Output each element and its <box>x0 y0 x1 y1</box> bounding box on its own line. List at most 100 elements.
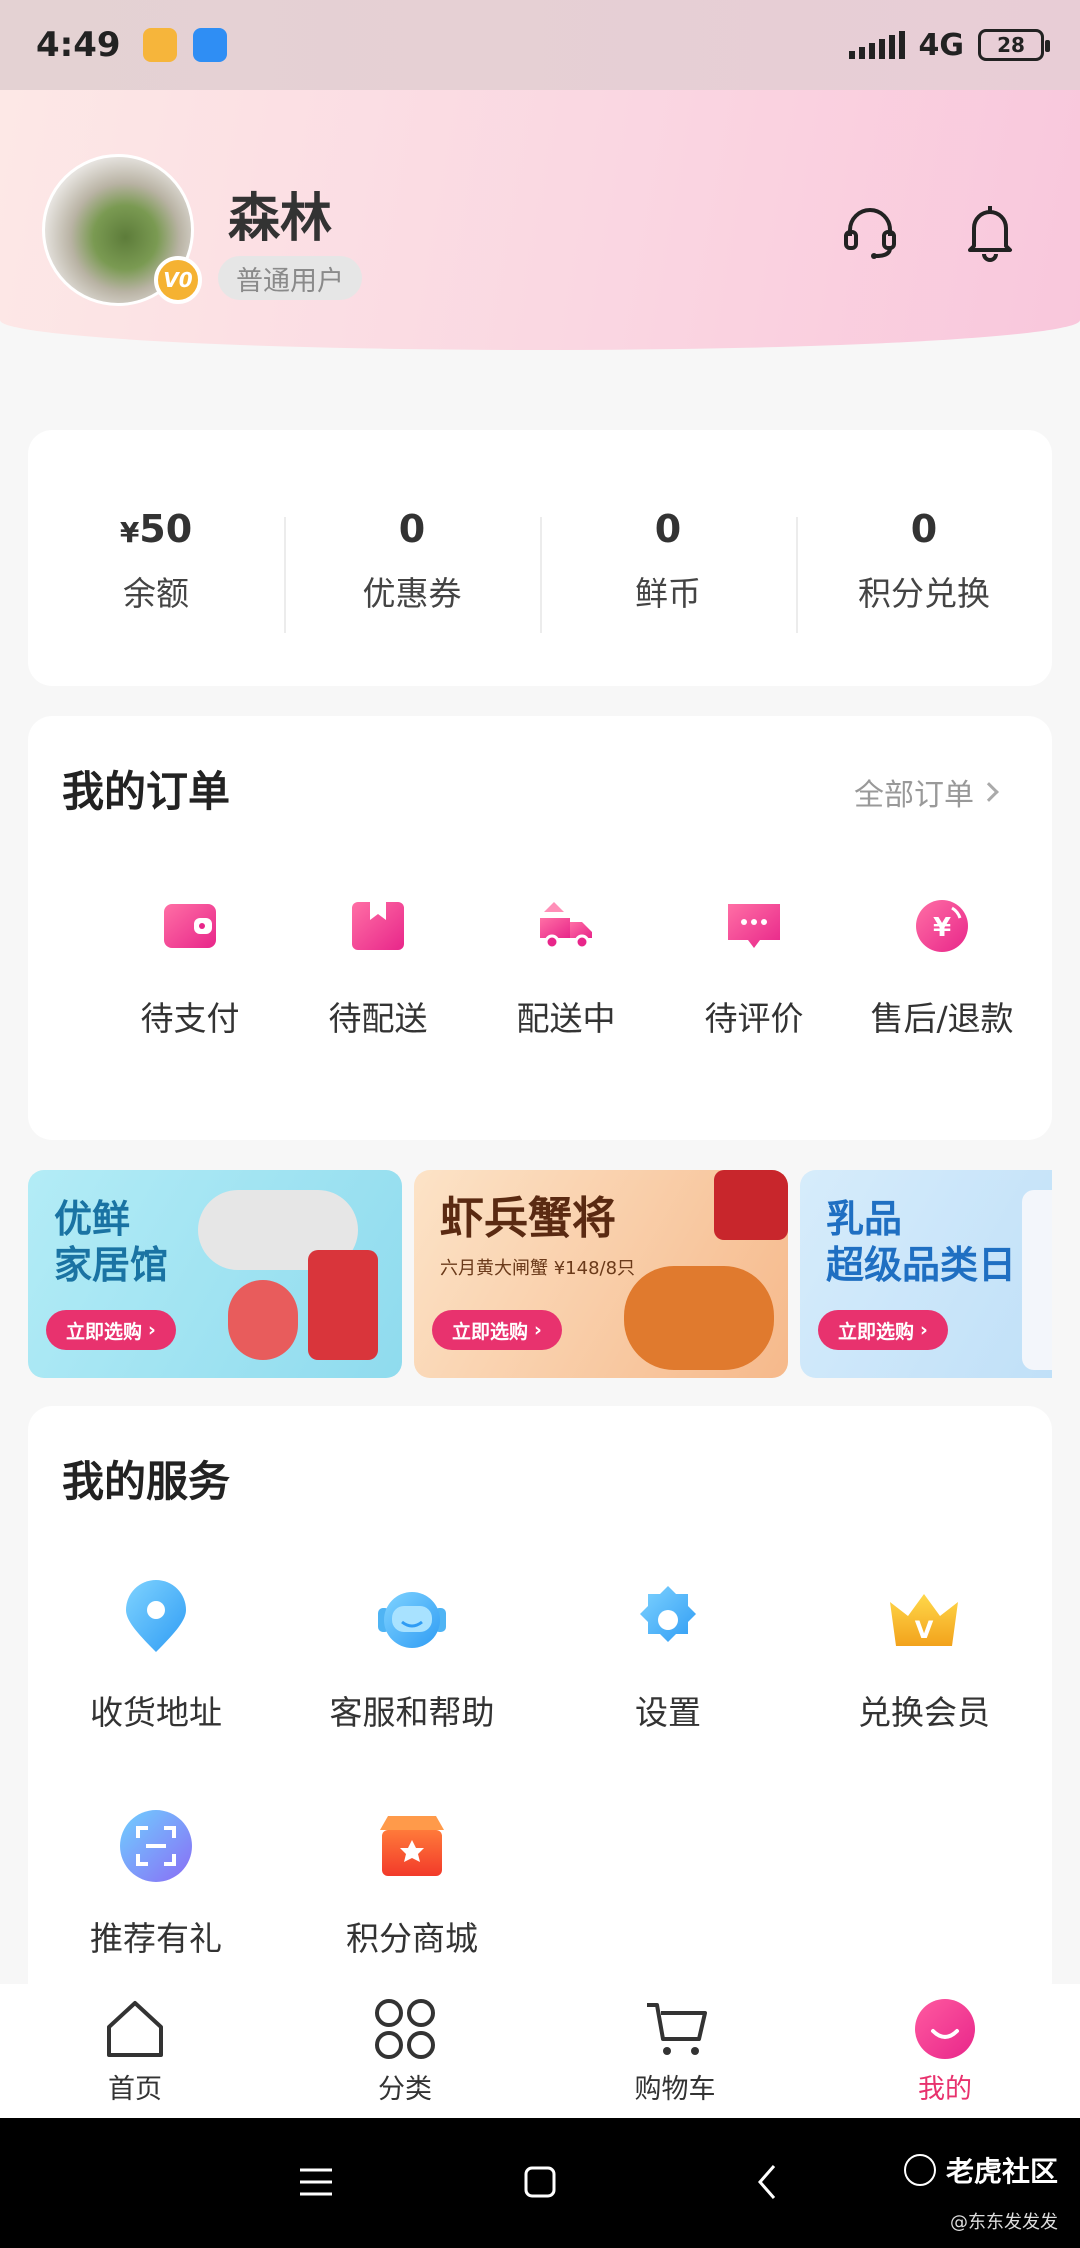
location-pin-icon <box>126 1580 186 1652</box>
smile-profile-icon <box>915 1998 975 2059</box>
service-label: 积分商城 <box>346 1919 478 1958</box>
stat-label: 优惠券 <box>362 574 462 613</box>
delivery-truck-icon <box>540 902 592 950</box>
vip-crown-icon: V <box>890 1594 958 1646</box>
my-services-card: 我的服务 收货地址 客服和帮助 设置 V 兑换会员 推荐有礼 积分商城 <box>28 1406 1052 2006</box>
svg-text:V: V <box>915 1616 934 1644</box>
watermark-handle: @东东发发发 <box>950 2212 1058 2233</box>
stat-label: 鲜币 <box>635 574 701 613</box>
watermark-brand: 老虎社区 <box>945 2155 1058 2188</box>
section-title: 我的订单 <box>62 767 231 816</box>
service-label: 兑换会员 <box>858 1693 990 1732</box>
chevron-right-icon <box>979 782 999 802</box>
bottom-tab-bar: 首页 分类 购物车 我的 <box>0 1984 1080 2118</box>
service-help[interactable]: 客服和帮助 <box>284 1580 540 1734</box>
button-label: 立即选购 <box>452 1320 529 1343</box>
home-icon <box>107 2000 163 2057</box>
order-in-delivery[interactable]: 配送中 <box>472 896 660 1040</box>
my-orders-card: 我的订单 全部订单 待支付 待配送 配送中 待评价 ¥ 售后/退款 <box>28 716 1052 1140</box>
service-referral[interactable]: 推荐有礼 <box>28 1806 284 1960</box>
stat-label: 余额 <box>123 574 189 613</box>
cart-icon <box>647 2002 707 2055</box>
watermark: 老虎社区 <box>903 2150 1058 2190</box>
service-points-store[interactable]: 积分商城 <box>284 1806 540 1960</box>
order-refund[interactable]: ¥ 售后/退款 <box>848 896 1036 1040</box>
headset-icon[interactable] <box>838 200 902 264</box>
system-navigation-bar: 老虎社区 @东东发发发 <box>0 2118 1080 2248</box>
promo-banner-carousel[interactable]: 优鲜 家居馆 立即选购 › 虾兵蟹将 六月黄大闸蟹 ¥148/8只 立即选购 › 乳… <box>28 1170 1052 1378</box>
stat-coins[interactable]: 0 鲜币 <box>540 501 796 633</box>
tab-me[interactable]: 我的 <box>810 1997 1080 2106</box>
tab-label: 首页 <box>108 2073 162 2105</box>
button-label: 立即选购 <box>838 1320 915 1343</box>
stat-coupons[interactable]: 0 优惠券 <box>284 501 540 633</box>
banner-title: 优鲜 家居馆 <box>54 1196 168 1288</box>
order-pending-payment[interactable]: 待支付 <box>96 896 284 1040</box>
tab-label: 购物车 <box>634 2073 716 2105</box>
customer-service-icon <box>378 1592 446 1648</box>
menu-icon[interactable] <box>296 2162 336 2202</box>
shop-now-button[interactable]: 立即选购 › <box>818 1310 948 1350</box>
battery-icon: 28 <box>978 29 1050 61</box>
service-settings[interactable]: 设置 <box>540 1580 796 1734</box>
wallet-icon <box>164 904 216 948</box>
tab-label: 分类 <box>378 2073 432 2105</box>
service-label: 收货地址 <box>90 1693 222 1732</box>
order-pending-delivery[interactable]: 待配送 <box>284 896 472 1040</box>
order-label: 售后/退款 <box>870 999 1014 1038</box>
service-label: 推荐有礼 <box>90 1919 222 1958</box>
all-orders-link[interactable]: 全部订单 <box>854 770 999 814</box>
play-arrow-icon: › <box>148 1319 156 1341</box>
category-grid-icon <box>375 1998 435 2059</box>
shop-now-button[interactable]: 立即选购 › <box>432 1310 562 1350</box>
tab-label: 我的 <box>918 2073 972 2105</box>
service-vip-exchange[interactable]: V 兑换会员 <box>796 1580 1052 1734</box>
settings-gear-icon <box>640 1586 696 1642</box>
promo-banner[interactable]: 优鲜 家居馆 立即选购 › <box>28 1170 402 1378</box>
product-image <box>228 1280 298 1360</box>
notification-app-icon <box>192 28 227 62</box>
back-icon[interactable] <box>748 2162 788 2202</box>
order-label: 待配送 <box>328 999 428 1038</box>
points-store-icon <box>380 1816 444 1876</box>
play-arrow-icon: › <box>534 1319 542 1341</box>
banner-title-line: 优鲜 <box>54 1197 131 1241</box>
banner-title-line: 超级品类日 <box>826 1243 1017 1287</box>
stat-value: 0 <box>654 507 682 551</box>
svg-text:¥: ¥ <box>933 913 951 943</box>
tab-cart[interactable]: 购物车 <box>540 1997 810 2106</box>
currency-symbol: ¥ <box>119 516 140 549</box>
promo-banner[interactable]: 虾兵蟹将 六月黄大闸蟹 ¥148/8只 立即选购 › <box>414 1170 788 1378</box>
shop-now-button[interactable]: 立即选购 › <box>46 1310 176 1350</box>
username: 森林 <box>228 189 333 249</box>
stat-value: 0 <box>398 507 426 551</box>
status-bar: 4:49 4G 28 <box>0 0 1080 90</box>
banner-subtitle: 六月黄大闸蟹 ¥148/8只 <box>440 1258 636 1279</box>
banner-title: 虾兵蟹将 <box>440 1193 616 1244</box>
status-time: 4:49 <box>36 25 121 65</box>
product-image <box>624 1266 774 1370</box>
tab-home[interactable]: 首页 <box>0 1997 270 2106</box>
product-image <box>714 1170 788 1240</box>
package-icon <box>352 902 404 950</box>
user-level-badge: 普通用户 <box>218 256 362 300</box>
notification-app-icon <box>142 28 177 62</box>
signal-icon <box>848 31 905 59</box>
stat-balance[interactable]: ¥50 余额 <box>28 501 284 615</box>
play-arrow-icon: › <box>920 1319 928 1341</box>
service-label: 设置 <box>635 1693 701 1732</box>
home-square-icon[interactable] <box>520 2162 560 2202</box>
order-pending-review[interactable]: 待评价 <box>660 896 848 1040</box>
bell-icon[interactable] <box>958 200 1022 264</box>
stat-points[interactable]: 0 积分兑换 <box>796 501 1052 633</box>
service-address[interactable]: 收货地址 <box>28 1580 284 1734</box>
service-label: 客服和帮助 <box>329 1693 495 1732</box>
tab-category[interactable]: 分类 <box>270 1997 540 2106</box>
vip-badge: V0 <box>154 256 202 304</box>
order-label: 配送中 <box>516 999 616 1038</box>
order-label: 待支付 <box>140 999 240 1038</box>
account-stats-card: ¥50 余额 0 优惠券 0 鲜币 0 积分兑换 <box>28 430 1052 686</box>
promo-banner[interactable]: 乳品 超级品类日 立即选购 › <box>800 1170 1052 1378</box>
all-orders-label: 全部订单 <box>854 778 974 813</box>
comment-icon <box>728 904 780 948</box>
